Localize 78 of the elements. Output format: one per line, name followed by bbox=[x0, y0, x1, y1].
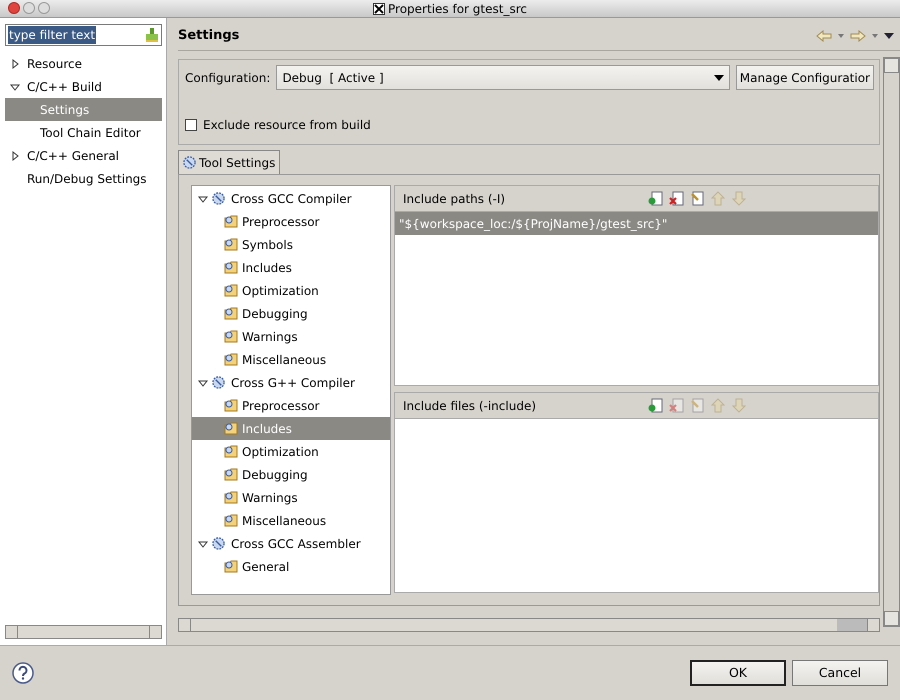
tree-item[interactable]: Cross GCC Assembler bbox=[231, 534, 361, 552]
folder-icon bbox=[224, 238, 239, 251]
tree-item[interactable]: Warnings bbox=[192, 486, 390, 509]
ok-button[interactable]: OK bbox=[690, 660, 786, 686]
horizontal-scrollbar[interactable] bbox=[5, 625, 162, 639]
nav-item[interactable]: Tool Chain Editor bbox=[5, 121, 162, 144]
checkbox-label: Exclude resource from build bbox=[203, 117, 371, 134]
back-arrow-icon[interactable] bbox=[816, 30, 832, 42]
forward-arrow-icon[interactable] bbox=[850, 30, 866, 42]
tree-item[interactable]: Includes bbox=[192, 256, 390, 279]
folder-icon bbox=[224, 514, 239, 527]
tree-item[interactable]: Preprocessor bbox=[192, 210, 390, 233]
manage-configurations-button[interactable]: Manage Configuratior bbox=[736, 65, 874, 90]
edit-icon[interactable] bbox=[690, 191, 705, 206]
dropdown-caret-icon[interactable] bbox=[838, 34, 844, 38]
folder-icon bbox=[224, 399, 239, 412]
filter-field[interactable]: type filter text bbox=[5, 24, 162, 46]
tree-item[interactable]: Miscellaneous bbox=[192, 509, 390, 532]
gear-icon bbox=[183, 156, 196, 169]
nav-item-row[interactable]: Run/Debug Settings bbox=[5, 167, 162, 190]
tree-item[interactable]: Optimization bbox=[192, 279, 390, 302]
window-title: Properties for gtest_src bbox=[388, 0, 527, 18]
tree-item[interactable]: Cross G++ Compiler bbox=[231, 374, 355, 392]
nav-item-row[interactable]: C/C++ Build bbox=[5, 75, 162, 98]
page-title: Settings bbox=[178, 27, 240, 46]
dropdown-arrow-icon bbox=[714, 74, 724, 80]
tree-item[interactable]: Optimization bbox=[192, 440, 390, 463]
x11-icon bbox=[373, 2, 386, 14]
tree-item[interactable]: Cross GCC Compiler bbox=[231, 190, 352, 208]
nav-item-label[interactable]: C/C++ Build bbox=[27, 78, 102, 96]
list-title: Include files (-include) bbox=[403, 398, 538, 414]
tree-item[interactable]: Includes bbox=[192, 417, 390, 440]
view-menu-icon[interactable] bbox=[884, 33, 894, 39]
nav-item-label[interactable]: C/C++ General bbox=[27, 146, 120, 164]
tree-item[interactable]: Debugging bbox=[192, 302, 390, 325]
folder-icon bbox=[224, 284, 239, 297]
nav-item-label[interactable]: Resource bbox=[27, 54, 82, 72]
folder-icon bbox=[224, 422, 239, 435]
cancel-button[interactable]: Cancel bbox=[792, 660, 888, 686]
close-button[interactable] bbox=[8, 2, 20, 14]
tree-item[interactable]: Debugging bbox=[192, 463, 390, 486]
minimize-button[interactable] bbox=[23, 2, 35, 14]
nav-item-label[interactable]: Run/Debug Settings bbox=[27, 170, 147, 188]
tree-item[interactable]: Miscellaneous bbox=[192, 348, 390, 371]
add-icon[interactable] bbox=[648, 191, 663, 206]
tree-item[interactable]: Preprocessor bbox=[192, 394, 390, 417]
vertical-scrollbar[interactable] bbox=[883, 57, 900, 627]
configuration-label: Configuration: bbox=[185, 70, 270, 86]
delete-icon[interactable] bbox=[669, 191, 684, 206]
list-item[interactable]: "${workspace_loc:/${ProjName}/gtest_src}" bbox=[395, 212, 878, 235]
folder-icon bbox=[224, 445, 239, 458]
folder-icon bbox=[224, 491, 239, 504]
list-title: Include paths (-I) bbox=[403, 190, 506, 208]
nav-item[interactable]: Settings bbox=[5, 98, 162, 121]
gear-icon bbox=[212, 537, 225, 550]
folder-icon bbox=[224, 330, 239, 343]
folder-icon bbox=[224, 468, 239, 481]
tree-item[interactable]: General bbox=[192, 555, 390, 578]
horizontal-scrollbar[interactable] bbox=[178, 618, 880, 632]
dropdown-caret-icon[interactable] bbox=[872, 34, 878, 38]
folder-icon bbox=[224, 215, 239, 228]
folder-icon bbox=[224, 560, 239, 573]
tree-item[interactable]: Symbols bbox=[192, 233, 390, 256]
nav-item-row[interactable]: Resource bbox=[5, 52, 162, 75]
folder-icon bbox=[224, 353, 239, 366]
gear-icon bbox=[212, 376, 225, 389]
clear-filter-icon[interactable] bbox=[145, 27, 159, 43]
gear-icon bbox=[212, 192, 225, 205]
help-icon[interactable] bbox=[12, 662, 34, 684]
tab[interactable]: Tool Settings bbox=[178, 150, 280, 174]
add-icon[interactable] bbox=[648, 398, 663, 413]
maximize-button[interactable] bbox=[38, 2, 50, 14]
tree-item[interactable]: Warnings bbox=[192, 325, 390, 348]
exclude-checkbox[interactable] bbox=[185, 119, 197, 131]
nav-item-row[interactable]: C/C++ General bbox=[5, 144, 162, 167]
configuration-dropdown[interactable]: Debug [ Active ] bbox=[276, 65, 730, 90]
folder-icon bbox=[224, 261, 239, 274]
folder-icon bbox=[224, 307, 239, 320]
